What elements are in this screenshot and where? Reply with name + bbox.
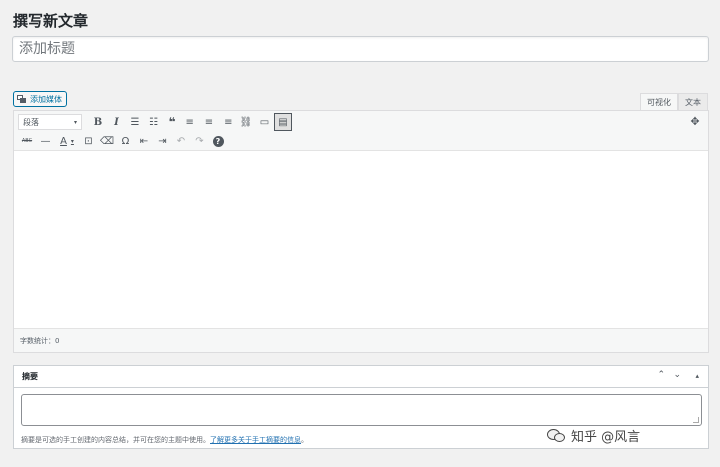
horizontal-line-icon[interactable]: —	[37, 132, 55, 150]
page-title: 撰写新文章	[13, 12, 89, 30]
excerpt-help-text: 摘要是可选的手工创建的内容总结，并可在您的主题中使用。	[21, 436, 210, 444]
excerpt-help: 摘要是可选的手工创建的内容总结，并可在您的主题中使用。了解更多关于手工摘要的信息…	[21, 435, 308, 445]
align-right-icon[interactable]: ≡	[219, 113, 237, 131]
bullet-list-icon[interactable]: ☰	[126, 113, 144, 131]
link-icon[interactable]: ⛓	[237, 113, 255, 131]
watermark-text: 知乎 @风言	[571, 430, 641, 445]
undo-icon[interactable]: ↶	[172, 132, 190, 150]
outdent-icon[interactable]: ⇤	[135, 132, 153, 150]
text-color-icon[interactable]: A ▾	[55, 132, 79, 150]
read-more-icon[interactable]: ▭	[256, 113, 274, 131]
post-editor: 段落 ▾ B I ☰ ☷ ❝ ≡ ≡ ≡ ⛓ ▭ ▤ ABC — A ▾ ⊡ ⌫…	[13, 110, 709, 353]
add-media-label: 添加媒体	[30, 94, 62, 104]
word-count: 字数统计：0	[14, 328, 708, 352]
toggle-panel-icon[interactable]: ▴	[695, 372, 699, 380]
tab-text[interactable]: 文本	[678, 93, 708, 110]
toolbar-row-1: 段落 ▾ B I ☰ ☷ ❝ ≡ ≡ ≡ ⛓ ▭ ▤	[18, 113, 293, 131]
editor-content-area[interactable]	[14, 151, 708, 327]
watermark: 知乎 @风言	[547, 426, 640, 445]
editor-tabs: 可视化 文本	[640, 93, 708, 110]
format-select-value: 段落	[23, 117, 39, 127]
text-color-glyph: A	[60, 135, 67, 147]
special-character-icon[interactable]: Ω	[117, 132, 135, 150]
numbered-list-icon[interactable]: ☷	[145, 113, 163, 131]
bold-icon[interactable]: B	[89, 113, 107, 131]
wechat-icon	[547, 428, 567, 444]
move-up-icon[interactable]: ⌃	[657, 370, 665, 380]
paste-text-icon[interactable]: ⊡	[80, 132, 98, 150]
help-icon[interactable]: ?	[209, 132, 227, 150]
redo-icon[interactable]: ↷	[191, 132, 209, 150]
media-icon	[17, 94, 27, 104]
excerpt-title: 摘要	[22, 372, 38, 381]
chevron-down-icon: ▾	[73, 118, 77, 126]
format-select[interactable]: 段落 ▾	[18, 114, 82, 130]
excerpt-textarea[interactable]	[21, 394, 702, 426]
toolbar-row-2: ABC — A ▾ ⊡ ⌫ Ω ⇤ ⇥ ↶ ↷ ?	[18, 132, 228, 150]
toolbar-toggle-icon[interactable]: ▤	[274, 113, 292, 131]
add-media-button[interactable]: 添加媒体	[13, 91, 67, 107]
excerpt-help-link[interactable]: 了解更多关于手工摘要的信息	[210, 436, 301, 444]
editor-toolbar: 段落 ▾ B I ☰ ☷ ❝ ≡ ≡ ≡ ⛓ ▭ ▤ ABC — A ▾ ⊡ ⌫…	[14, 111, 708, 151]
align-center-icon[interactable]: ≡	[200, 113, 218, 131]
italic-icon[interactable]: I	[108, 113, 126, 131]
post-title-input[interactable]	[12, 36, 709, 62]
align-left-icon[interactable]: ≡	[182, 113, 200, 131]
blockquote-icon[interactable]: ❝	[163, 113, 181, 131]
excerpt-help-end: 。	[301, 436, 308, 444]
chevron-down-icon: ▾	[70, 137, 74, 145]
excerpt-header: 摘要 ⌃ ⌄ ▴	[14, 366, 708, 388]
clear-formatting-icon[interactable]: ⌫	[98, 132, 116, 150]
tab-visual[interactable]: 可视化	[640, 93, 678, 110]
fullscreen-icon[interactable]: ✥	[688, 115, 702, 129]
indent-icon[interactable]: ⇥	[154, 132, 172, 150]
move-down-icon[interactable]: ⌄	[673, 370, 681, 380]
help-glyph: ?	[212, 135, 224, 147]
strikethrough-icon[interactable]: ABC	[18, 132, 36, 150]
